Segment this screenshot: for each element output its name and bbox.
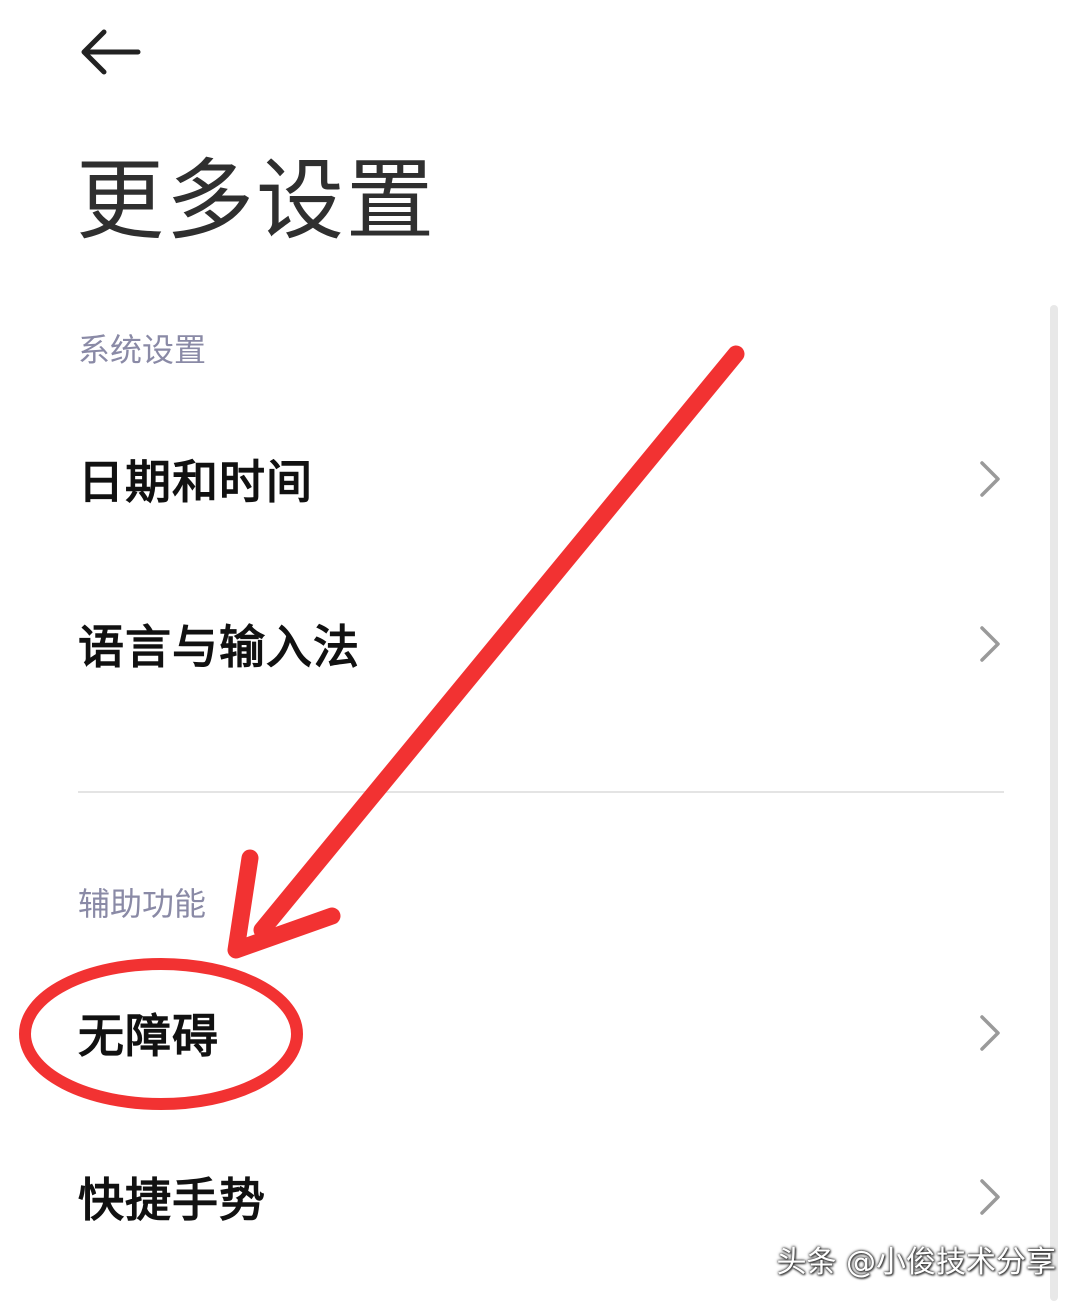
page-title: 更多设置 xyxy=(76,149,437,252)
section-header-system-settings: 系统设置 xyxy=(78,331,207,369)
settings-item-label: 日期和时间 xyxy=(78,455,313,509)
section-divider xyxy=(78,791,1004,793)
settings-item-label: 快捷手势 xyxy=(78,1173,266,1227)
settings-item-label: 语言与输入法 xyxy=(78,620,360,674)
chevron-right-icon xyxy=(980,626,1000,662)
chevron-right-icon xyxy=(980,1015,1000,1051)
settings-item-accessibility[interactable]: 无障碍 xyxy=(0,958,1040,1108)
section-header-accessibility-features: 辅助功能 xyxy=(78,885,207,923)
settings-item-label: 无障碍 xyxy=(78,1009,219,1063)
chevron-right-icon xyxy=(980,1179,1000,1215)
settings-item-language-input[interactable]: 语言与输入法 xyxy=(0,569,1040,719)
arrow-left-icon xyxy=(81,29,141,75)
scrollbar[interactable] xyxy=(1050,305,1058,1301)
chevron-right-icon xyxy=(980,461,1000,497)
watermark: 头条 @小俊技术分享 xyxy=(776,1245,1056,1280)
back-button[interactable] xyxy=(70,20,150,84)
settings-item-date-time[interactable]: 日期和时间 xyxy=(0,404,1040,554)
